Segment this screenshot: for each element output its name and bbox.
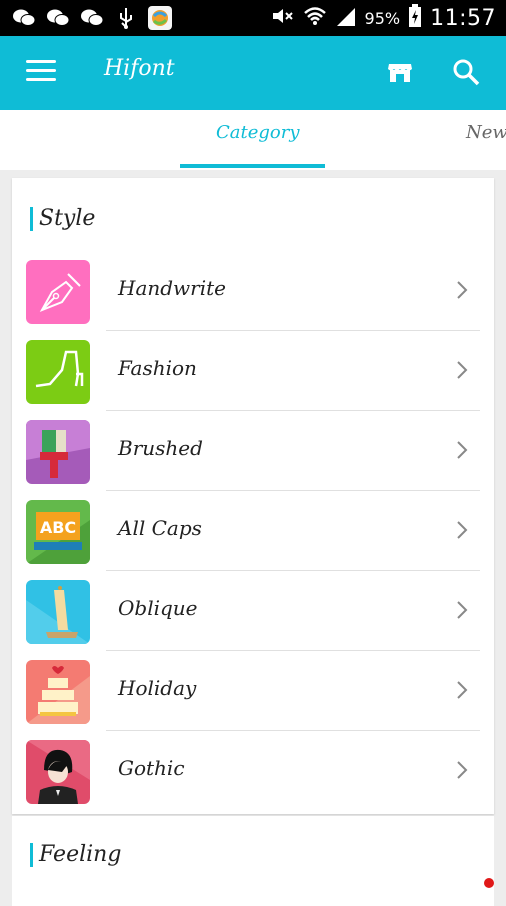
wechat-icon bbox=[80, 6, 104, 30]
list-item-handwrite[interactable]: Handwrite bbox=[12, 260, 494, 340]
app-bar: Hifont bbox=[0, 36, 506, 110]
battery-charging-icon bbox=[408, 4, 422, 32]
item-label: Holiday bbox=[118, 676, 197, 700]
chevron-right-icon bbox=[452, 278, 472, 302]
abc-book-icon: ABC bbox=[26, 500, 90, 564]
item-label: Handwrite bbox=[118, 276, 226, 300]
style-card: Style Handwrite Fashion Brushed ABC All … bbox=[12, 178, 494, 814]
item-label: Oblique bbox=[118, 596, 198, 620]
notification-icons bbox=[12, 6, 172, 30]
tab-bar: Category New bbox=[0, 110, 506, 170]
chevron-right-icon bbox=[452, 358, 472, 382]
divider bbox=[106, 410, 480, 411]
list-item-all-caps[interactable]: ABC All Caps bbox=[12, 500, 494, 580]
clock: 11:57 bbox=[430, 5, 496, 31]
item-label: Brushed bbox=[118, 436, 203, 460]
svg-text:ABC: ABC bbox=[40, 518, 76, 537]
item-label: Fashion bbox=[118, 356, 197, 380]
section-header-style: Style bbox=[30, 206, 95, 231]
status-bar: 95% 11:57 bbox=[0, 0, 506, 36]
store-icon[interactable] bbox=[386, 58, 414, 86]
high-heel-icon bbox=[26, 340, 90, 404]
cake-icon bbox=[26, 660, 90, 724]
item-label: All Caps bbox=[118, 516, 202, 540]
wifi-icon bbox=[303, 6, 327, 30]
section-title: Feeling bbox=[39, 842, 122, 867]
tab-category[interactable]: Category bbox=[216, 122, 300, 143]
chevron-right-icon bbox=[452, 438, 472, 462]
section-header-feeling: Feeling bbox=[30, 842, 121, 867]
paint-brush-icon bbox=[26, 420, 90, 484]
chevron-right-icon bbox=[452, 758, 472, 782]
battery-percent: 95% bbox=[364, 8, 401, 28]
section-title: Style bbox=[39, 206, 96, 231]
divider bbox=[106, 570, 480, 571]
feeling-card: Feeling bbox=[12, 816, 494, 906]
divider bbox=[106, 330, 480, 331]
usb-icon bbox=[114, 6, 138, 30]
section-accent-bar bbox=[30, 842, 33, 867]
tab-indicator bbox=[180, 164, 325, 168]
notification-dot bbox=[484, 878, 494, 888]
leaning-tower-icon bbox=[26, 580, 90, 644]
list-item-gothic[interactable]: Gothic bbox=[12, 740, 494, 820]
section-accent-bar bbox=[30, 206, 33, 231]
item-label: Gothic bbox=[118, 756, 185, 780]
mute-icon bbox=[271, 6, 295, 30]
gothic-portrait-icon bbox=[26, 740, 90, 804]
chevron-right-icon bbox=[452, 678, 472, 702]
wechat-icon bbox=[46, 6, 70, 30]
signal-icon bbox=[335, 6, 357, 30]
search-icon[interactable] bbox=[452, 58, 480, 86]
list-item-fashion[interactable]: Fashion bbox=[12, 340, 494, 420]
system-status: 95% 11:57 bbox=[271, 4, 496, 32]
menu-icon[interactable] bbox=[26, 60, 56, 86]
wechat-icon bbox=[12, 6, 36, 30]
divider bbox=[106, 730, 480, 731]
chevron-right-icon bbox=[452, 598, 472, 622]
divider bbox=[106, 490, 480, 491]
app-title: Hifont bbox=[104, 56, 175, 81]
tab-new[interactable]: New bbox=[466, 122, 506, 143]
list-item-brushed[interactable]: Brushed bbox=[12, 420, 494, 500]
chevron-right-icon bbox=[452, 518, 472, 542]
list-item-oblique[interactable]: Oblique bbox=[12, 580, 494, 660]
list-item-holiday[interactable]: Holiday bbox=[12, 660, 494, 740]
pen-nib-icon bbox=[26, 260, 90, 324]
divider bbox=[106, 650, 480, 651]
app-notification-icon bbox=[148, 6, 172, 30]
